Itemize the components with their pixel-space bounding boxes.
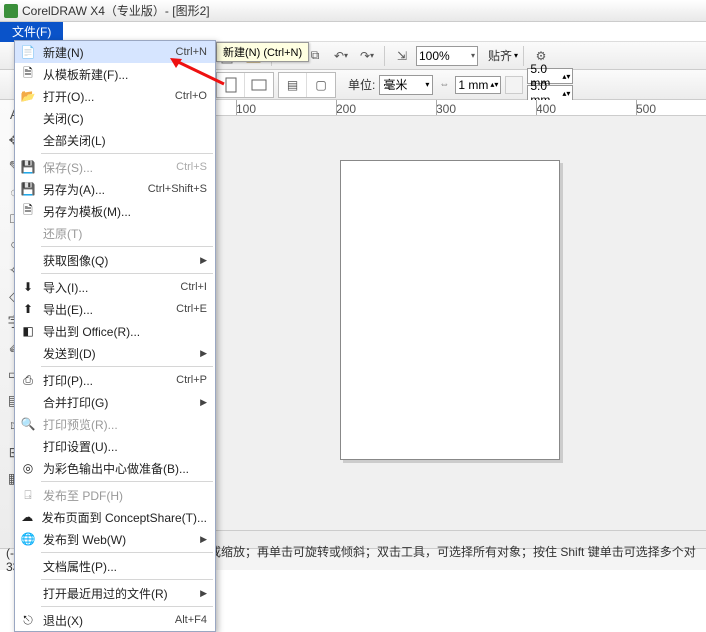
unit-value: 毫米 [383,76,407,93]
menu-bar: 文件(F) [0,22,706,42]
menu-separator [41,481,213,482]
window-title: CorelDRAW X4（专业版）- [图形2] [22,2,210,19]
toolbar-undo-button[interactable]: ↶▾ [329,45,353,67]
menu-recent-files[interactable]: 打开最近用过的文件(R) ▶ [15,582,215,604]
zoom-value: 100% [419,49,450,63]
menu-separator [41,579,213,580]
print-icon: ⎙ [19,372,37,388]
duplicate-y[interactable]: 5.0 mm▴▾ [527,85,573,101]
submenu-arrow-icon: ▶ [200,534,207,545]
menu-print-merge[interactable]: 合并打印(G) ▶ [15,391,215,413]
menu-import[interactable]: ⬇ 导入(I)... Ctrl+I [15,276,215,298]
chevron-down-icon: ▾ [471,51,475,60]
office-icon: ◧ [19,323,37,339]
chevron-down-icon: ▾ [514,51,518,60]
exit-icon: ⎋ [19,612,37,628]
menu-publish-web[interactable]: 🌐 发布到 Web(W) ▶ [15,528,215,550]
import-icon: ⬇ [19,279,37,295]
page-rectangle [340,160,560,460]
toolbar-redo-button[interactable]: ↷▾ [355,45,379,67]
web-icon: 🌐 [19,531,37,547]
toolbar-separator [523,46,524,66]
menu-publish-pdf: ⍈ 发布至 PDF(H) [15,484,215,506]
menu-acquire-image[interactable]: 获取图像(Q) ▶ [15,249,215,271]
chevron-down-icon: ▾ [425,80,429,89]
menu-separator [41,246,213,247]
unit-combo[interactable]: 毫米 ▾ [379,75,433,95]
menu-separator [41,552,213,553]
submenu-arrow-icon: ▶ [200,348,207,359]
menu-new-from-template[interactable]: 🗎 从模板新建(F)... [15,63,215,85]
portrait-button[interactable] [217,73,245,97]
menu-export-office[interactable]: ◧ 导出到 Office(R)... [15,320,215,342]
menu-separator [41,606,213,607]
tooltip-new: 新建(N) (Ctrl+N) [216,42,309,62]
template-icon: 🗎 [19,66,37,82]
menu-send-to[interactable]: 发送到(D) ▶ [15,342,215,364]
menu-file[interactable]: 文件(F) [0,22,63,42]
app-icon [4,4,18,18]
nudge-icon: ⇔ [437,78,451,92]
save-as-icon: 💾 [19,181,37,197]
menu-new[interactable]: 📄 新建(N) Ctrl+N [15,41,215,63]
prepress-icon: ◎ [19,460,37,476]
conceptshare-icon: ☁ [19,509,36,525]
menu-separator [41,153,213,154]
menu-publish-conceptshare[interactable]: ☁ 发布页面到 ConceptShare(T)... [15,506,215,528]
spinner-icon: ▴▾ [490,80,498,89]
landscape-button[interactable] [245,73,273,97]
title-bar: CorelDRAW X4（专业版）- [图形2] [0,0,706,22]
pdf-icon: ⍈ [19,487,37,503]
orientation-group [216,72,274,98]
print-preview-icon: 🔍 [19,416,37,432]
new-doc-icon: 📄 [19,44,37,60]
submenu-arrow-icon: ▶ [200,588,207,599]
unit-label: 单位: [348,76,375,93]
duplicate-icon [505,76,523,94]
menu-separator [41,273,213,274]
all-pages-button[interactable]: ▤ [279,73,307,97]
menu-revert: 还原(T) [15,222,215,244]
menu-print-setup[interactable]: 打印设置(U)... [15,435,215,457]
save-template-icon: 🗎 [19,203,37,219]
save-icon: 💾 [19,159,37,175]
zoom-combo[interactable]: 100% ▾ [416,46,478,66]
current-page-button[interactable]: ▢ [307,73,335,97]
menu-open[interactable]: 📂 打开(O)... Ctrl+O [15,85,215,107]
export-icon: ⬆ [19,301,37,317]
menu-export[interactable]: ⬆ 导出(E)... Ctrl+E [15,298,215,320]
menu-document-properties[interactable]: 文档属性(P)... [15,555,215,577]
toolbar-import-button[interactable]: ⇲ [390,45,414,67]
submenu-arrow-icon: ▶ [200,397,207,408]
snap-label[interactable]: 贴齐 [488,47,512,64]
folder-open-icon: 📂 [19,88,37,104]
menu-separator [41,366,213,367]
page-scope-group: ▤ ▢ [278,72,336,98]
file-menu-dropdown: 📄 新建(N) Ctrl+N 🗎 从模板新建(F)... 📂 打开(O)... … [14,40,216,632]
menu-exit[interactable]: ⎋ 退出(X) Alt+F4 [15,609,215,631]
nudge-distance[interactable]: 1 mm▴▾ [455,76,501,94]
menu-prepress[interactable]: ◎ 为彩色输出中心做准备(B)... [15,457,215,479]
menu-close[interactable]: 关闭(C) [15,107,215,129]
menu-save: 💾 保存(S)... Ctrl+S [15,156,215,178]
menu-print[interactable]: ⎙ 打印(P)... Ctrl+P [15,369,215,391]
menu-print-preview: 🔍 打印预览(R)... [15,413,215,435]
menu-close-all[interactable]: 全部关闭(L) [15,129,215,151]
toolbar-separator [384,46,385,66]
menu-save-as-template[interactable]: 🗎 另存为模板(M)... [15,200,215,222]
duplicate-offset-group: 5.0 mm▴▾ 5.0 mm▴▾ [527,68,573,101]
menu-save-as[interactable]: 💾 另存为(A)... Ctrl+Shift+S [15,178,215,200]
submenu-arrow-icon: ▶ [200,255,207,266]
